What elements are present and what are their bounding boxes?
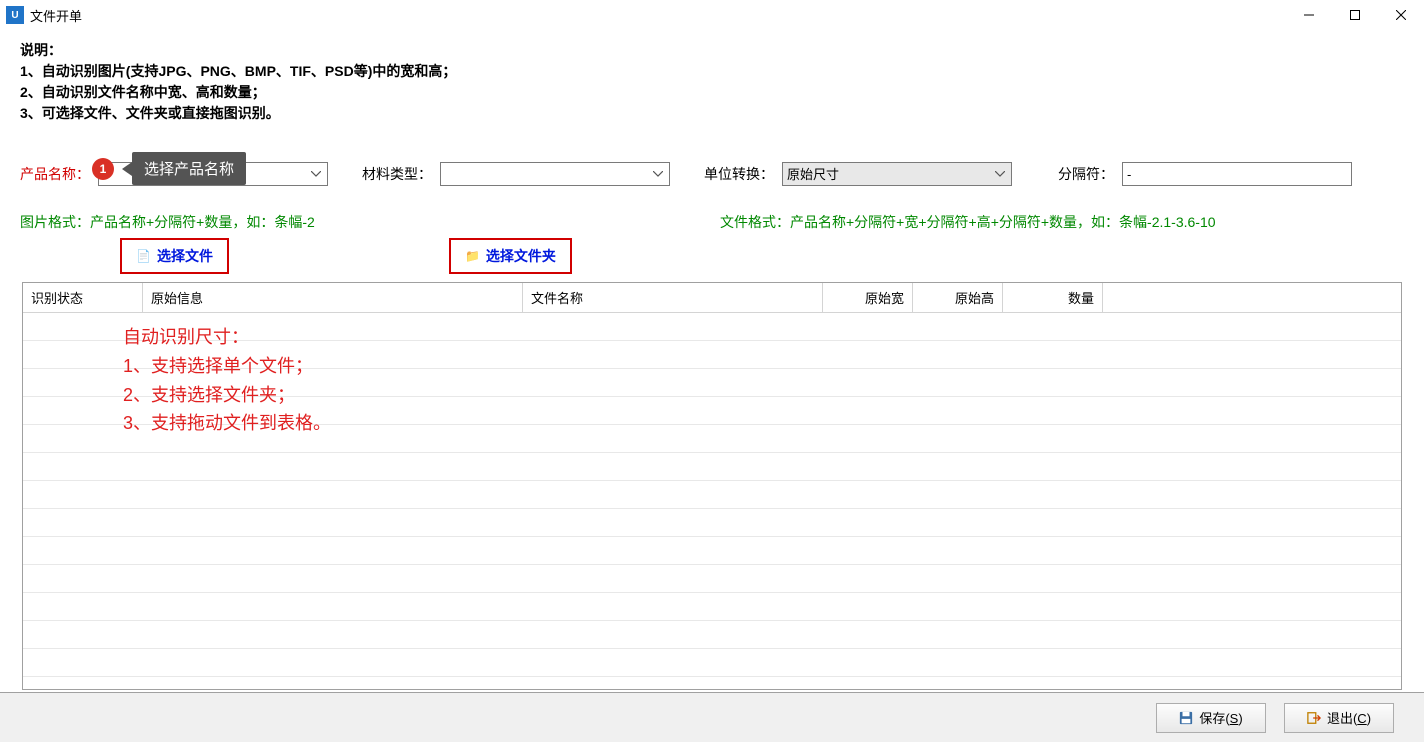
table-row[interactable] [23, 509, 1401, 537]
exit-button[interactable]: 退出(C) [1284, 703, 1394, 733]
col-spacer [1103, 283, 1401, 312]
maximize-button[interactable] [1332, 0, 1378, 30]
callout-text: 选择产品名称 [132, 152, 246, 185]
instructions-line-3: 3、可选择文件、文件夹或直接拖图识别。 [20, 103, 1404, 124]
exit-label: 退出(C) [1327, 708, 1371, 727]
table-row[interactable] [23, 593, 1401, 621]
app-icon: U [6, 6, 24, 24]
save-button[interactable]: 保存(S) [1156, 703, 1266, 733]
file-format-hint: 文件格式：产品名称+分隔符+宽+分隔符+高+分隔符+数量，如：条幅-2.1-3.… [720, 212, 1216, 232]
data-table: 识别状态 原始信息 文件名称 原始宽 原始高 数量 自动识别尺寸： 1、支持选择 [22, 282, 1402, 690]
material-select[interactable] [440, 162, 670, 186]
callout-arrow-icon [122, 162, 132, 176]
table-row[interactable] [23, 621, 1401, 649]
table-row[interactable] [23, 481, 1401, 509]
exit-icon [1307, 711, 1321, 725]
minimize-button[interactable] [1286, 0, 1332, 30]
instructions-heading: 说明： [20, 40, 1404, 61]
table-row[interactable] [23, 313, 1401, 341]
image-format-hint: 图片格式：产品名称+分隔符+数量，如：条幅-2 [20, 212, 720, 232]
save-label: 保存(S) [1199, 708, 1242, 727]
product-label: 产品名称： [20, 164, 90, 184]
separator-label: 分隔符： [1058, 164, 1114, 184]
select-file-label: 选择文件 [157, 246, 213, 266]
table-row[interactable] [23, 369, 1401, 397]
titlebar: U 文件开单 [0, 0, 1424, 30]
callout-tooltip: 1 选择产品名称 [92, 152, 246, 185]
folder-icon: 📁 [465, 249, 480, 263]
col-filename[interactable]: 文件名称 [523, 283, 823, 312]
unit-select[interactable]: 原始尺寸 [782, 162, 1012, 186]
footer: 保存(S) 退出(C) [0, 692, 1424, 742]
instructions-line-2: 2、自动识别文件名称中宽、高和数量； [20, 82, 1404, 103]
table-body[interactable] [23, 313, 1401, 677]
window-controls [1286, 0, 1424, 30]
table-row[interactable] [23, 425, 1401, 453]
col-qty[interactable]: 数量 [1003, 283, 1103, 312]
col-height[interactable]: 原始高 [913, 283, 1003, 312]
save-icon [1179, 711, 1193, 725]
table-row[interactable] [23, 397, 1401, 425]
instructions-line-1: 1、自动识别图片(支持JPG、PNG、BMP、TIF、PSD等)中的宽和高； [20, 61, 1404, 82]
select-folder-label: 选择文件夹 [486, 246, 556, 266]
table-row[interactable] [23, 341, 1401, 369]
material-label: 材料类型： [362, 164, 432, 184]
col-status[interactable]: 识别状态 [23, 283, 143, 312]
close-button[interactable] [1378, 0, 1424, 30]
window-title: 文件开单 [30, 6, 1286, 25]
file-icon: 📄 [136, 249, 151, 263]
hint-row: 图片格式：产品名称+分隔符+数量，如：条幅-2 文件格式：产品名称+分隔符+宽+… [20, 212, 1404, 232]
table-row[interactable] [23, 537, 1401, 565]
unit-label: 单位转换： [704, 164, 774, 184]
instructions: 说明： 1、自动识别图片(支持JPG、PNG、BMP、TIF、PSD等)中的宽和… [20, 40, 1404, 124]
file-button-row: 📄 选择文件 📁 选择文件夹 [120, 238, 1404, 274]
separator-input[interactable] [1122, 162, 1352, 186]
table-row[interactable] [23, 565, 1401, 593]
table-row[interactable] [23, 453, 1401, 481]
select-file-button[interactable]: 📄 选择文件 [120, 238, 229, 274]
table-header: 识别状态 原始信息 文件名称 原始宽 原始高 数量 [23, 283, 1401, 313]
callout-badge: 1 [92, 158, 114, 180]
table-row[interactable] [23, 649, 1401, 677]
col-width[interactable]: 原始宽 [823, 283, 913, 312]
select-folder-button[interactable]: 📁 选择文件夹 [449, 238, 572, 274]
col-original-info[interactable]: 原始信息 [143, 283, 523, 312]
